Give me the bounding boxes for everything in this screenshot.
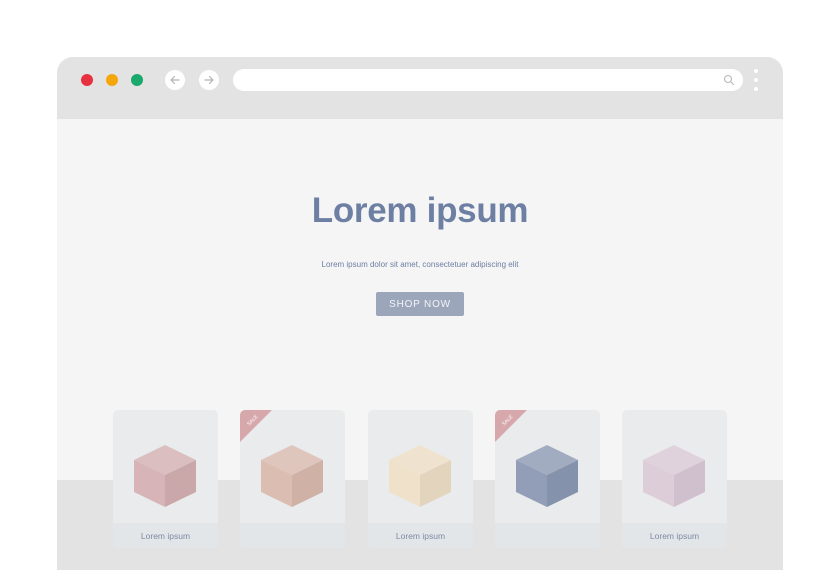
box-icon xyxy=(134,445,196,507)
menu-dot xyxy=(754,78,758,82)
menu-dot xyxy=(754,69,758,73)
browser-window: Lorem ipsum Lorem ipsum dolor sit amet, … xyxy=(57,57,783,570)
product-card[interactable]: Lorem ipsum xyxy=(368,410,473,548)
sale-ribbon: SALE xyxy=(495,410,527,442)
box-icon xyxy=(643,445,705,507)
address-bar[interactable] xyxy=(233,69,743,91)
product-label: Lorem ipsum xyxy=(622,523,727,548)
browser-toolbar xyxy=(57,57,783,119)
back-button[interactable] xyxy=(165,70,185,90)
hero-subtitle: Lorem ipsum dolor sit amet, consectetuer… xyxy=(321,260,519,269)
arrow-left-icon xyxy=(170,75,180,85)
sale-ribbon: SALE xyxy=(240,410,272,442)
box-icon xyxy=(389,445,451,507)
product-card[interactable]: SALE xyxy=(495,410,600,548)
box-icon xyxy=(261,445,323,507)
hero-title: Lorem ipsum xyxy=(311,191,529,230)
product-label: Lorem ipsum xyxy=(368,523,473,548)
shop-now-button[interactable]: SHOP NOW xyxy=(376,292,464,316)
minimize-window-button[interactable] xyxy=(106,74,118,86)
kebab-menu-icon[interactable] xyxy=(752,69,760,93)
maximize-window-button[interactable] xyxy=(131,74,143,86)
product-card[interactable]: Lorem ipsum xyxy=(113,410,218,548)
product-label xyxy=(240,523,345,548)
search-icon[interactable] xyxy=(722,73,736,87)
product-card[interactable]: Lorem ipsum xyxy=(622,410,727,548)
close-window-button[interactable] xyxy=(81,74,93,86)
menu-dot xyxy=(754,87,758,91)
box-icon xyxy=(516,445,578,507)
product-label: Lorem ipsum xyxy=(113,523,218,548)
product-card[interactable]: SALE xyxy=(240,410,345,548)
product-label xyxy=(495,523,600,548)
forward-button[interactable] xyxy=(199,70,219,90)
arrow-right-icon xyxy=(204,75,214,85)
